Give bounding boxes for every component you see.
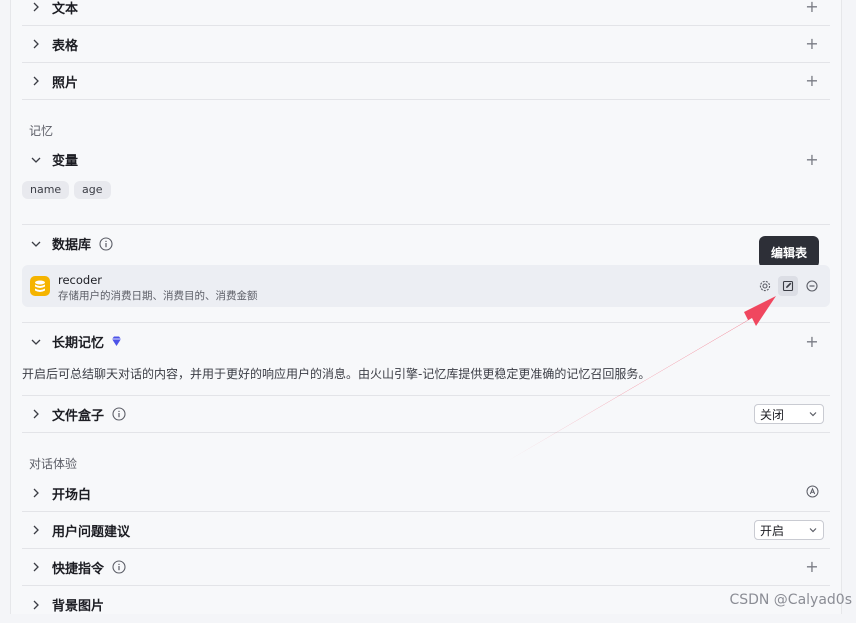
annotation-arrow <box>499 296 776 466</box>
watermark: CSDN @Calyad0s <box>729 592 852 608</box>
